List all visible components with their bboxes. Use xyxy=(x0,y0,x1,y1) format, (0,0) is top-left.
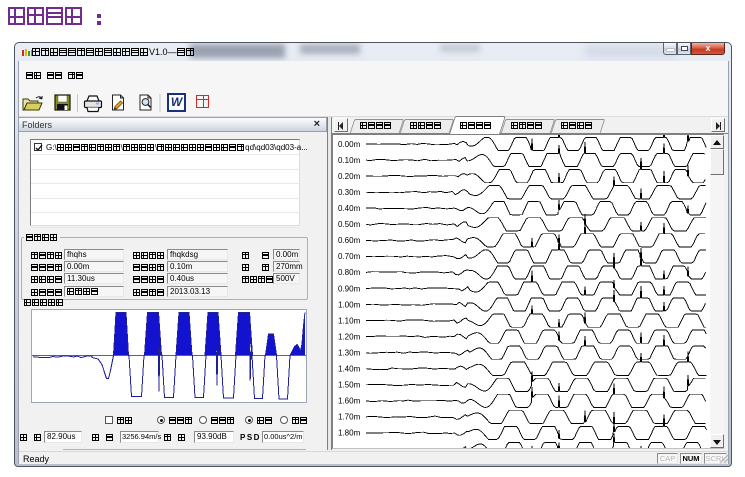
svg-text:1.30m: 1.30m xyxy=(338,349,361,358)
svg-text:0.30m: 0.30m xyxy=(338,188,361,197)
svg-text:0.00m: 0.00m xyxy=(338,140,361,149)
svg-text:0.60m: 0.60m xyxy=(338,236,361,245)
svg-text:0.40m: 0.40m xyxy=(338,204,361,213)
svg-text:0.50m: 0.50m xyxy=(338,220,361,229)
svg-text:1.50m: 1.50m xyxy=(338,381,361,390)
svg-text:1.00m: 1.00m xyxy=(338,300,361,309)
svg-text:1.60m: 1.60m xyxy=(338,397,361,406)
svg-text:0.20m: 0.20m xyxy=(338,172,361,181)
svg-text:0.70m: 0.70m xyxy=(338,252,361,261)
svg-text:1.70m: 1.70m xyxy=(338,413,361,422)
svg-text:0.10m: 0.10m xyxy=(338,156,361,165)
svg-text:0.90m: 0.90m xyxy=(338,284,361,293)
svg-text:1.80m: 1.80m xyxy=(338,429,361,438)
svg-text:1.10m: 1.10m xyxy=(338,316,361,325)
svg-text:1.40m: 1.40m xyxy=(338,365,361,374)
svg-text:0.80m: 0.80m xyxy=(338,268,361,277)
svg-text:1.20m: 1.20m xyxy=(338,332,361,341)
